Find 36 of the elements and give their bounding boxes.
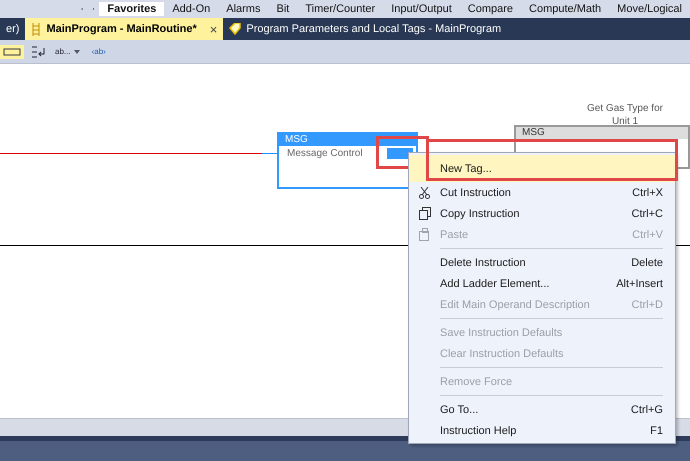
format-dropdown[interactable]: ab... <box>52 45 83 58</box>
document-tab[interactable]: MainProgram - MainRoutine* × <box>25 18 224 40</box>
instruction-tab[interactable]: Move/Logical <box>609 2 690 16</box>
instruction-tab[interactable]: Bit <box>268 2 298 16</box>
instruction-name: MSG <box>516 127 688 139</box>
caret-icon[interactable] <box>74 50 80 54</box>
rename-tool-icon[interactable] <box>0 44 24 58</box>
tab-label: Program Parameters and Local Tags - MainProgram <box>246 23 502 35</box>
menu-item[interactable]: Instruction Help F1 <box>409 420 675 441</box>
rung-description: Get Gas Type for Unit 1 <box>586 102 664 128</box>
instruction-block[interactable]: MSG Message Control <box>277 132 418 189</box>
menu-item[interactable]: Add Ladder Element... Alt+Insert <box>409 273 675 294</box>
document-tab[interactable]: Program Parameters and Local Tags - MainProgram <box>223 18 508 40</box>
instruction-name: MSG <box>279 134 416 146</box>
copy-icon <box>418 207 430 220</box>
instruction-tab[interactable]: Timer/Counter <box>297 2 384 16</box>
tab-label: MainProgram - MainRoutine* <box>46 23 197 35</box>
tab-label: er) <box>6 23 20 35</box>
scissors-icon <box>419 186 430 198</box>
menu-item[interactable]: Go To... Ctrl+G <box>409 399 675 420</box>
instruction-tab[interactable]: Add-On <box>164 2 218 16</box>
tag-icon <box>229 23 242 35</box>
instruction-tab[interactable]: Alarms <box>218 2 268 16</box>
close-icon[interactable]: × <box>210 22 218 36</box>
instruction-tab[interactable]: Input/Output <box>383 2 460 16</box>
menu-item[interactable]: Delete Instruction Delete <box>409 252 675 273</box>
paste-icon <box>418 228 430 241</box>
ladder-icon <box>31 22 42 36</box>
instruction-tab[interactable]: Compare <box>460 2 522 16</box>
menu-item[interactable]: Copy Instruction Ctrl+C <box>409 203 675 224</box>
replace-icon[interactable] <box>30 44 46 58</box>
instruction-tab[interactable]: Compute/Math <box>521 2 610 16</box>
instruction-tab[interactable]: Favorites <box>99 2 164 16</box>
tag-format-button[interactable]: ‹ab› <box>88 45 109 58</box>
operand-label: Message Control <box>287 148 363 159</box>
document-tab[interactable]: er) <box>0 18 26 40</box>
